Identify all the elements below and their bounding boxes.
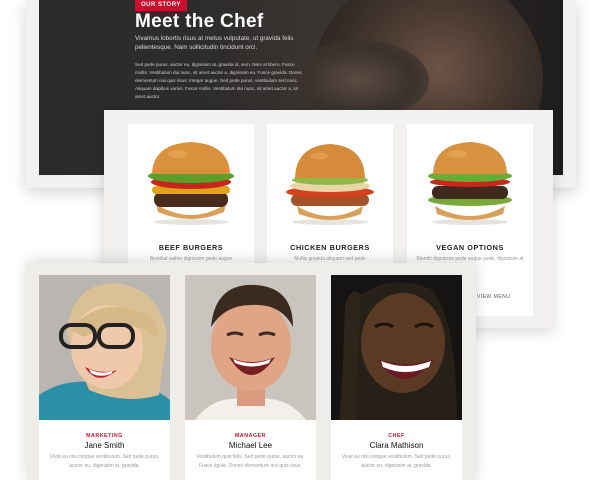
team-member-card[interactable]: CHEF Clara Mathison Vivat eu nisi congue… <box>331 275 462 480</box>
chicken-burger-image <box>286 144 374 225</box>
vegan-burger-image <box>428 142 512 225</box>
member-bio: Vivat eu nisi congue vestibulum. Sed ped… <box>341 454 452 469</box>
menu-item-title: BEEF BURGERS <box>158 243 224 252</box>
member-bio: Vivat eu nisi congue vestibulum. Sed ped… <box>49 454 160 469</box>
menu-item-title: VEGAN OPTIONS <box>436 243 504 252</box>
team-member-card[interactable]: MARKETING Jane Smith Vivat eu nisi congu… <box>39 275 170 480</box>
team-member-photo <box>331 275 462 420</box>
menu-item-desc: Mollis gravida aliquam sed pede <box>294 256 366 262</box>
beef-burger-image <box>148 142 234 225</box>
member-role: CHEF <box>388 433 405 439</box>
view-menu-link[interactable]: VIEW MENU <box>477 294 510 300</box>
chef-lead-text: Vivamus lobortis risus at metus vulputat… <box>135 35 294 51</box>
member-role: MANAGER <box>234 433 266 439</box>
member-name: Clara Mathison <box>369 441 424 450</box>
member-role: MARKETING <box>86 433 123 439</box>
member-name: Michael Lee <box>228 441 273 450</box>
team-member-photo <box>185 275 316 420</box>
member-bio: Vestibulum quis felis. Sed pede purus, a… <box>196 454 305 469</box>
menu-item-desc: Bestibul walter dignissim pede augue <box>149 256 233 262</box>
team-section-card: MARKETING Jane Smith Vivat eu nisi congu… <box>27 263 476 480</box>
member-name: Jane Smith <box>84 441 125 450</box>
page-title: Meet the Chef <box>135 11 264 32</box>
menu-item-title: CHICKEN BURGERS <box>290 243 370 252</box>
our-story-badge: OUR STORY <box>135 0 187 11</box>
chef-body-text: Sed pede purus, auctor eu, dignissim at,… <box>135 62 303 99</box>
chef-hand-image <box>289 40 429 120</box>
team-member-photo <box>39 275 170 420</box>
team-member-card[interactable]: MANAGER Michael Lee Vestibulum quis feli… <box>185 275 316 480</box>
